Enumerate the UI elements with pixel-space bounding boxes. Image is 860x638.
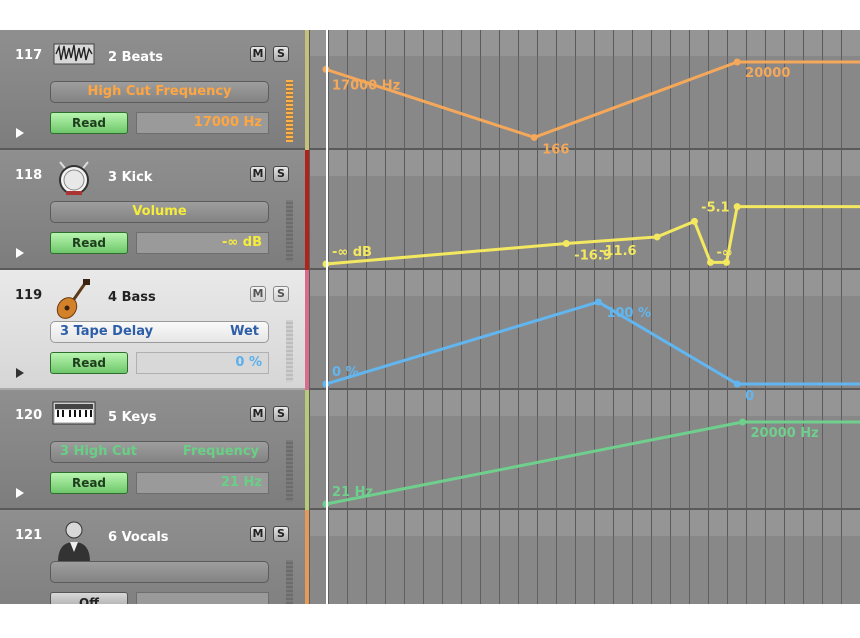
- automation-curves[interactable]: 17000 Hz16620000-∞ dB -16.9-11.6 -∞-5.10 %…: [309, 30, 860, 604]
- automation-parameter-menu[interactable]: 3 Tape Delay Wet: [50, 321, 269, 343]
- automation-value-label: 0: [745, 389, 754, 404]
- automation-value-label: 20000 Hz: [751, 426, 819, 441]
- automation-node[interactable]: [562, 240, 570, 247]
- solo-button[interactable]: S: [273, 46, 289, 62]
- automation-curve-120[interactable]: 21 Hz 20000 Hz: [322, 418, 860, 508]
- automation-value-label: -∞ dB: [332, 245, 372, 260]
- track-header-121[interactable]: 121 6 Vocals M S Off: [0, 510, 305, 604]
- mute-button[interactable]: M: [250, 526, 266, 542]
- automation-value-label: -∞: [717, 245, 733, 260]
- parameter-target-label: Wet: [230, 324, 259, 339]
- level-meter: [286, 80, 293, 142]
- mute-button[interactable]: M: [250, 166, 266, 182]
- automation-value-label: -11.6: [599, 244, 636, 259]
- automation-value-field[interactable]: -∞ dB: [136, 232, 269, 254]
- track-number: 121: [15, 528, 43, 543]
- solo-button[interactable]: S: [273, 286, 289, 302]
- waveform-icon: [52, 38, 96, 72]
- keyboard-icon: [52, 398, 96, 432]
- track-header-120[interactable]: 120 5 Keys M S 3 High Cut Frequency Read 21 Hz: [0, 390, 305, 510]
- automation-mode-button[interactable]: Read: [50, 352, 128, 374]
- automation-curve-118[interactable]: -∞ dB -16.9-11.6 -∞-5.1: [322, 201, 860, 268]
- mute-button[interactable]: M: [250, 406, 266, 422]
- parameter-plugin-label: 3 Tape Delay: [60, 324, 154, 339]
- track-name[interactable]: 6 Vocals: [108, 530, 169, 545]
- automation-node[interactable]: [739, 418, 747, 426]
- automation-value-field[interactable]: [136, 592, 269, 604]
- parameter-name-label: Volume: [132, 204, 187, 219]
- mute-button[interactable]: M: [250, 286, 266, 302]
- level-meter: [286, 320, 293, 382]
- track-name[interactable]: 5 Keys: [108, 410, 156, 425]
- automation-value-field[interactable]: 0 %: [136, 352, 269, 374]
- track-number: 117: [15, 48, 43, 63]
- solo-button[interactable]: S: [273, 406, 289, 422]
- track-header-117[interactable]: 117 2 Beats M S High Cut Frequency Read 17000 …: [0, 30, 305, 150]
- automation-mode-button[interactable]: Read: [50, 472, 128, 494]
- automation-value-field[interactable]: 17000 Hz: [136, 112, 269, 134]
- automation-tracks-window: 117 2 Beats M S High Cut Frequency Read 17000 …: [0, 30, 860, 604]
- automation-mode-button[interactable]: Read: [50, 232, 128, 254]
- disclosure-triangle-icon[interactable]: [16, 248, 24, 258]
- automation-value-label: 17000 Hz: [332, 78, 400, 93]
- automation-value-field[interactable]: 21 Hz: [136, 472, 269, 494]
- automation-value-label: -5.1: [701, 201, 729, 216]
- automation-value-label: 100 %: [606, 306, 651, 321]
- parameter-plugin-label: 3 High Cut: [60, 444, 138, 459]
- playhead[interactable]: [326, 30, 328, 604]
- track-header-119[interactable]: 119 4 Bass M S 3 Tape Delay Wet Read 0 %: [0, 270, 305, 390]
- automation-value-label: 166: [542, 142, 569, 157]
- track-header-118[interactable]: 118 3 Kick M S Volume Read -∞ dB: [0, 150, 305, 270]
- level-meter: [286, 200, 293, 262]
- automation-parameter-menu[interactable]: [50, 561, 269, 583]
- singer-icon: [52, 518, 96, 562]
- automation-mode-button[interactable]: Read: [50, 112, 128, 134]
- parameter-target-label: Frequency: [182, 444, 259, 459]
- mute-button[interactable]: M: [250, 46, 266, 62]
- automation-node[interactable]: [653, 233, 661, 241]
- automation-value-label: 0 %: [332, 365, 359, 380]
- automation-parameter-menu[interactable]: 3 High Cut Frequency: [50, 441, 269, 463]
- automation-node[interactable]: [733, 58, 741, 66]
- automation-line[interactable]: [325, 300, 860, 386]
- automation-value-label: 21 Hz: [332, 485, 373, 500]
- parameter-name-label: High Cut Frequency: [87, 84, 232, 99]
- disclosure-triangle-icon[interactable]: [16, 128, 24, 138]
- solo-button[interactable]: S: [273, 166, 289, 182]
- automation-parameter-menu[interactable]: High Cut Frequency: [50, 81, 269, 103]
- track-name[interactable]: 4 Bass: [108, 290, 156, 305]
- automation-mode-button[interactable]: Off: [50, 592, 128, 604]
- automation-node[interactable]: [733, 380, 741, 388]
- track-name[interactable]: 3 Kick: [108, 170, 152, 185]
- automation-node[interactable]: [690, 217, 698, 225]
- track-number: 118: [15, 168, 43, 183]
- automation-curve-117[interactable]: 17000 Hz 166 20000: [322, 58, 860, 158]
- automation-value-label: 20000: [745, 66, 790, 81]
- track-number: 120: [15, 408, 43, 423]
- automation-curve-119[interactable]: 0 % 100 % 0: [322, 298, 860, 405]
- level-meter: [286, 560, 293, 604]
- level-meter: [286, 440, 293, 502]
- automation-lanes[interactable]: 17000 Hz 166 20000 -∞ dB -16.9 -11.6 -∞ -5.1 0 %…: [309, 30, 860, 604]
- track-number: 119: [15, 288, 43, 303]
- disclosure-triangle-icon[interactable]: [16, 368, 24, 378]
- automation-node[interactable]: [706, 258, 714, 266]
- track-name[interactable]: 2 Beats: [108, 50, 163, 65]
- automation-node[interactable]: [594, 298, 602, 306]
- automation-node[interactable]: [530, 133, 538, 141]
- disclosure-triangle-icon[interactable]: [16, 488, 24, 498]
- automation-parameter-menu[interactable]: Volume: [50, 201, 269, 223]
- automation-node[interactable]: [733, 203, 741, 211]
- bass-guitar-icon: [52, 278, 96, 319]
- drum-icon: [52, 158, 96, 195]
- solo-button[interactable]: S: [273, 526, 289, 542]
